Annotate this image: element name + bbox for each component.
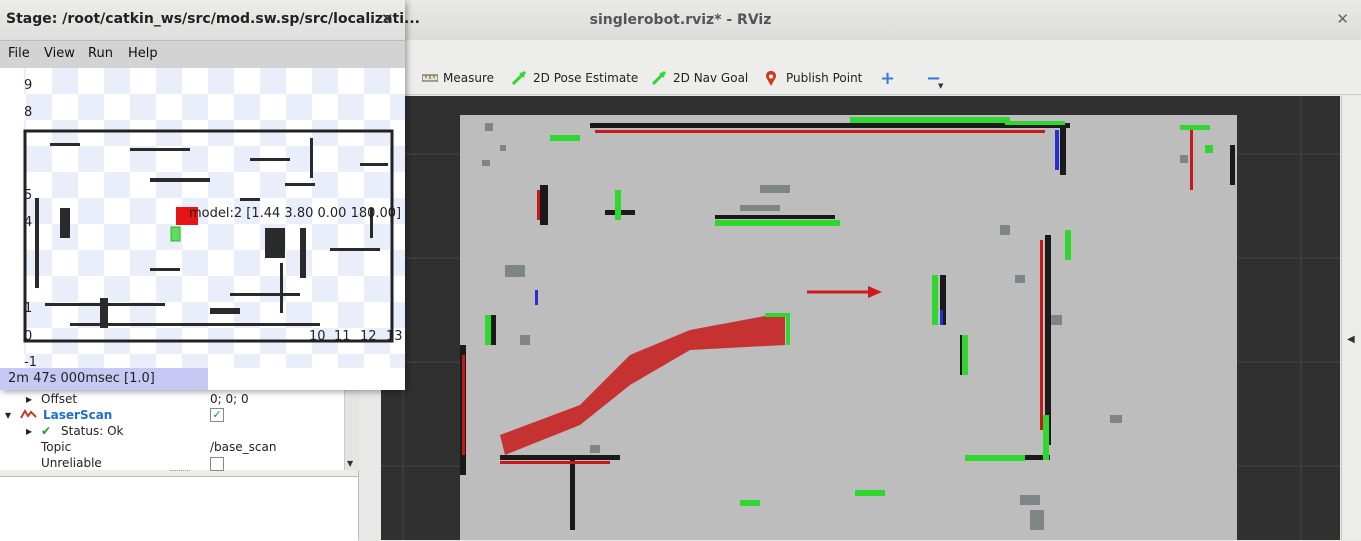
menu-run[interactable]: Run: [88, 46, 113, 61]
map-drawing: [460, 117, 1235, 530]
laserscan-checkbox[interactable]: ✓: [210, 408, 224, 422]
laserscan-label[interactable]: LaserScan: [43, 407, 112, 423]
pose-estimate-button[interactable]: 2D Pose Estimate: [511, 68, 639, 88]
tree-expander-offset[interactable]: ▸: [26, 391, 32, 407]
pose-estimate-label: 2D Pose Estimate: [533, 71, 639, 85]
stage-close-icon[interactable]: ✕: [381, 10, 394, 28]
stage-canvas[interactable]: 9 8 5 4 1 0 -1 10 11 12 13 model:2 [1.44…: [0, 68, 405, 370]
nav-goal-button[interactable]: 2D Nav Goal: [651, 68, 749, 88]
properties-box: [0, 476, 358, 541]
right-dock-strip: ◀: [1341, 96, 1361, 540]
green-arrow-icon: [651, 70, 667, 86]
zoom-out-button[interactable]: − ▼: [926, 68, 943, 91]
topic-value[interactable]: /base_scan: [210, 439, 276, 455]
dropdown-arrow-icon[interactable]: ▼: [938, 82, 943, 90]
publish-point-label: Publish Point: [786, 71, 863, 85]
y-tick-8: 8: [24, 105, 33, 120]
tree-expander-laserscan[interactable]: ▾: [5, 407, 11, 423]
y-tick-0: 0: [24, 329, 33, 344]
laserscan-icon: [20, 407, 38, 423]
topic-label: Topic: [41, 440, 72, 454]
menu-help[interactable]: Help: [128, 46, 158, 61]
y-tick-5: 5: [24, 188, 33, 203]
offset-label: Offset: [41, 392, 78, 406]
plus-icon: +: [880, 67, 896, 89]
x-tick-11: 11: [334, 329, 351, 344]
rviz-close-icon[interactable]: ✕: [1336, 10, 1349, 28]
x-tick-12: 12: [360, 329, 377, 344]
stage-status-filler: [208, 368, 405, 390]
tree-expander-status[interactable]: ▸: [26, 423, 32, 439]
x-tick-10: 10: [309, 329, 326, 344]
green-arrow-icon: [511, 70, 527, 86]
displays-tree: ▸ Offset 0; 0; 0 ▾ LaserScan ✓ ▸ ✔ Statu…: [0, 390, 344, 471]
unreliable-checkbox[interactable]: [210, 457, 224, 471]
tree-scrollbar[interactable]: ▼: [344, 390, 359, 470]
zoom-in-button[interactable]: +: [880, 67, 896, 89]
scroll-down-arrow-icon[interactable]: ▼: [347, 459, 353, 468]
y-tick-9: 9: [24, 78, 33, 93]
stage-status-bar: 2m 47s 000msec [1.0]: [0, 368, 208, 390]
map-pin-icon: [765, 70, 779, 86]
menu-file[interactable]: File: [8, 46, 30, 61]
collapse-left-arrow-icon[interactable]: ◀: [1347, 334, 1355, 345]
nav-goal-label: 2D Nav Goal: [673, 71, 749, 85]
stage-menubar: File View Run Help: [0, 40, 405, 69]
x-tick-13: 13: [386, 329, 403, 344]
laser-footprint: [170, 226, 181, 242]
status-label: Status: Ok: [61, 424, 124, 438]
status-ok-check-icon: ✔: [41, 424, 52, 438]
measure-label: Measure: [443, 71, 494, 85]
robot-heading-arrow: [807, 286, 882, 298]
measure-tool-button[interactable]: Measure: [421, 68, 494, 88]
splitter-handle[interactable]: [170, 470, 190, 474]
unreliable-label: Unreliable: [41, 456, 102, 470]
menu-view[interactable]: View: [44, 46, 75, 61]
stage-window-title: Stage: /root/catkin_ws/src/mod.sw.sp/src…: [6, 11, 420, 27]
publish-point-button[interactable]: Publish Point: [765, 68, 862, 88]
y-tick-4: 4: [24, 215, 33, 230]
occupancy-map[interactable]: [460, 115, 1237, 540]
y-tick-1: 1: [24, 301, 33, 316]
model-pose-label: model:2 [1.44 3.80 0.00 180.00]: [189, 206, 402, 221]
offset-value[interactable]: 0; 0; 0: [210, 391, 249, 407]
ruler-icon: [421, 71, 439, 85]
